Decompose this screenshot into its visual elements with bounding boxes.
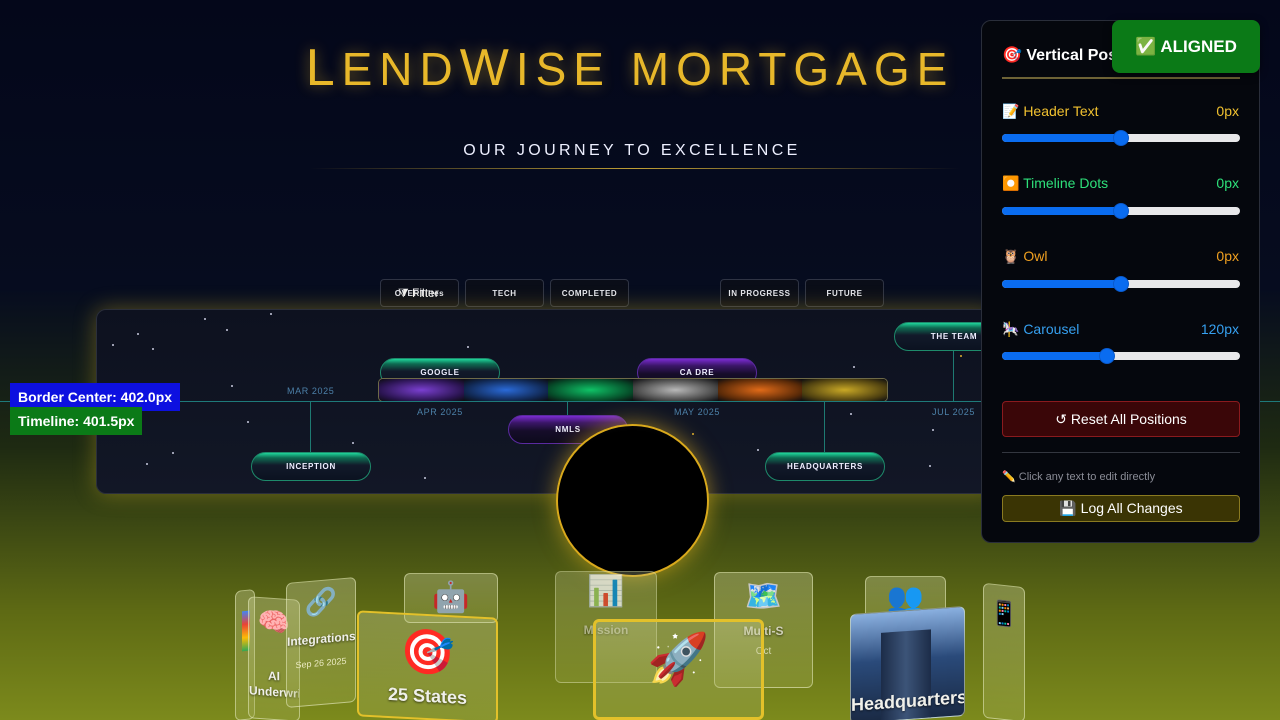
connector-line — [953, 350, 954, 401]
slider-thumb[interactable] — [1113, 203, 1129, 219]
panel-title: 🎯 Vertical Pos — [1002, 47, 1118, 64]
month-label-may: MAY 2025 — [674, 407, 720, 417]
carousel-card-integrations[interactable]: 🔗 Integrations Sep 26 2025 — [286, 576, 356, 709]
strip-segment — [548, 379, 634, 401]
carousel-label: 🎠 Carousel — [1002, 321, 1080, 337]
aligned-status-badge: ✅ ALIGNED — [1112, 20, 1260, 73]
header-text-label: 📝 Header Text — [1002, 103, 1099, 119]
star — [960, 355, 962, 357]
log-all-changes-button[interactable]: 💾 Log All Changes — [1002, 495, 1240, 522]
header-text-value: 0px — [1216, 103, 1239, 119]
owl-value: 0px — [1216, 248, 1239, 264]
strip-segment — [802, 379, 887, 401]
owl-orb[interactable] — [556, 424, 709, 577]
slider-thumb[interactable] — [1098, 348, 1115, 364]
slider-thumb[interactable] — [1113, 130, 1129, 146]
carousel-card-rocket[interactable]: 🚀 — [593, 619, 764, 720]
brand-part: MORTGAGE — [630, 43, 955, 95]
brand-letter: W — [459, 39, 516, 97]
star — [172, 452, 174, 454]
brand-letter: L — [305, 39, 342, 97]
timeline-dots-value: 0px — [1216, 175, 1239, 191]
filter-chip-completed[interactable]: COMPLETED — [550, 279, 629, 307]
link-icon: 🔗 — [304, 585, 338, 619]
vertical-position-panel: 🎯 Vertical Pos 📝 Header Text 0px ⏺️ Time… — [981, 20, 1260, 543]
star — [424, 477, 426, 479]
filter-toggle[interactable]: ⧩ Filter — [398, 286, 439, 301]
star — [112, 344, 114, 346]
star — [467, 346, 469, 348]
slider-fill — [1002, 134, 1121, 142]
star — [853, 366, 855, 368]
owl-slider[interactable] — [1002, 276, 1240, 292]
card-title: Integrations — [287, 628, 356, 649]
carousel-value: 120px — [1200, 321, 1239, 337]
carousel-card-headquarters[interactable]: Headquarters — [850, 605, 965, 720]
edit-hint: ✏️ Click any text to edit directly — [1002, 471, 1156, 483]
card-title: 25 States — [387, 683, 468, 709]
chart-icon: 📊 — [587, 575, 625, 608]
star — [270, 313, 272, 315]
brand-part: ISE — [515, 43, 611, 95]
star — [247, 421, 249, 423]
star — [146, 463, 148, 465]
phone-icon: 📱 — [989, 599, 1019, 630]
strip-segment — [717, 379, 803, 401]
star — [692, 433, 694, 435]
connector-line — [567, 402, 568, 416]
card-date: Sep 26 2025 — [295, 655, 347, 671]
carousel-card-25-states[interactable]: 🎯 25 States — [357, 610, 498, 720]
timeline-dots-label: ⏺️ Timeline Dots — [1002, 175, 1109, 191]
star — [932, 429, 934, 431]
connector-line — [310, 402, 311, 454]
filter-chip-future[interactable]: FUTURE — [805, 279, 884, 307]
star — [204, 318, 206, 320]
star — [231, 385, 233, 387]
star — [226, 329, 228, 331]
header-text-slider[interactable] — [1002, 130, 1240, 146]
star — [152, 348, 154, 350]
owl-label: 🦉 Owl — [1002, 248, 1048, 264]
strip-segment — [633, 379, 718, 401]
star — [137, 333, 139, 335]
brand-part: END — [341, 43, 460, 95]
map-icon: 🗺️ — [744, 580, 783, 613]
slider-thumb[interactable] — [1113, 276, 1129, 292]
star — [850, 413, 852, 415]
month-label-mar: MAR 2025 — [287, 386, 335, 396]
panel-divider — [1002, 452, 1240, 453]
star — [352, 442, 354, 444]
carousel-card-edge[interactable]: 📱 — [983, 582, 1025, 720]
star — [929, 465, 931, 467]
month-label-apr: APR 2025 — [417, 407, 463, 417]
filter-chip-tech[interactable]: TECH — [465, 279, 544, 307]
reset-all-positions-button[interactable]: ↺ Reset All Positions — [1002, 401, 1240, 437]
target-icon: 🎯 — [400, 626, 455, 679]
panel-divider — [1002, 77, 1240, 79]
subtitle-divider — [310, 168, 960, 169]
star — [757, 449, 759, 451]
strip-segment — [379, 379, 464, 401]
milestone-headquarters[interactable]: HEADQUARTERS — [765, 452, 885, 481]
connector-line — [824, 402, 825, 454]
filter-chip-in-progress[interactable]: IN PROGRESS — [720, 279, 799, 307]
timeline-color-strip — [378, 378, 888, 402]
card-title: Headquarters — [851, 686, 965, 715]
strip-segment — [463, 379, 549, 401]
slider-fill — [1002, 352, 1107, 360]
month-label-jul: JUL 2025 — [932, 407, 975, 417]
robot-icon: 🤖 — [432, 581, 470, 614]
timeline-dots-slider[interactable] — [1002, 203, 1240, 219]
debug-timeline: Timeline: 401.5px — [10, 407, 143, 435]
slider-fill — [1002, 280, 1121, 288]
rocket-icon: 🚀 — [647, 631, 710, 687]
slider-fill — [1002, 207, 1121, 215]
carousel-slider[interactable] — [1002, 348, 1240, 364]
milestone-inception[interactable]: INCEPTION — [251, 452, 371, 481]
